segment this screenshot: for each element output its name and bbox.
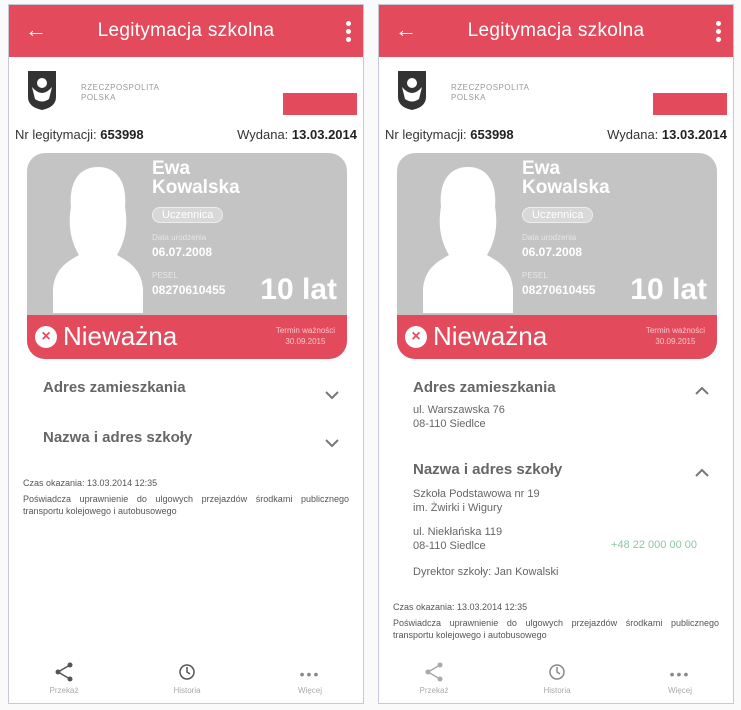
phone-screen-expanded: ← Legitymacja szkolna RZECZPOSPOLITA POL…	[378, 4, 734, 704]
validity-info: Termin ważności 30.09.2015	[645, 326, 705, 346]
share-icon	[425, 662, 443, 682]
age-label: 10 lat	[260, 273, 337, 306]
address-section-title[interactable]: Adres zamieszkania	[413, 379, 556, 396]
status-banner: × Nieważna Termin ważności 30.09.2015	[27, 315, 347, 359]
address-section-title[interactable]: Adres zamieszkania	[43, 379, 186, 396]
id-card: Ewa Kowalska Uczennica Data urodzenia 06…	[27, 153, 347, 359]
validity-info: Termin ważności 30.09.2015	[275, 326, 335, 346]
chevron-down-icon[interactable]	[323, 437, 341, 449]
description: Poświadcza uprawnienie do ulgowych przej…	[393, 618, 719, 640]
id-row: Nr legitymacji: 653998 Wydana: 13.03.201…	[15, 127, 357, 147]
issue-date: Wydana: 13.03.2014	[237, 127, 357, 142]
nav-history[interactable]: Historia	[522, 661, 592, 695]
flag-bar	[653, 93, 727, 115]
age-label: 10 lat	[630, 273, 707, 306]
history-icon	[179, 664, 195, 680]
dob-value: 06.07.2008	[522, 245, 583, 259]
shown-time: Czas okazania: 13.03.2014 12:35	[393, 602, 528, 612]
app-title: Legitymacja szkolna	[467, 20, 645, 41]
share-icon	[55, 662, 73, 682]
student-name: Ewa Kowalska	[152, 158, 240, 198]
school-section-title[interactable]: Nazwa i adres szkoły	[43, 429, 192, 446]
role-badge: Uczennica	[522, 207, 594, 223]
more-vert-icon[interactable]	[711, 21, 725, 43]
dob-label: Data urodzenia	[522, 233, 577, 242]
status-text: Nieważna	[63, 321, 178, 351]
app-bar: ← Legitymacja szkolna	[9, 5, 363, 57]
school-section-title[interactable]: Nazwa i adres szkoły	[413, 461, 562, 478]
close-circle-icon: ×	[35, 326, 57, 348]
id-number: Nr legitymacji: 653998	[385, 127, 514, 142]
eagle-emblem-icon	[28, 71, 56, 110]
person-silhouette-icon	[423, 167, 513, 313]
chevron-down-icon[interactable]	[323, 389, 341, 401]
app-title: Legitymacja szkolna	[97, 20, 275, 41]
pesel-value: 08270610455	[152, 283, 226, 297]
school-phone[interactable]: +48 22 000 00 00	[611, 539, 697, 551]
history-icon	[549, 664, 565, 680]
dob-value: 06.07.2008	[152, 245, 213, 259]
shown-time: Czas okazania: 13.03.2014 12:35	[23, 478, 158, 488]
status-text: Nieważna	[433, 321, 548, 351]
pesel-value: 08270610455	[522, 283, 596, 297]
pesel-label: PESEL	[522, 271, 548, 280]
school-director: Dyrektor szkoły: Jan Kowalski	[413, 566, 559, 578]
chevron-up-icon[interactable]	[693, 467, 711, 479]
id-number: Nr legitymacji: 653998	[15, 127, 144, 142]
school-name: Szkoła Podstawowa nr 19 im. Żwirki i Wig…	[413, 488, 540, 514]
country-name: RZECZPOSPOLITA POLSKA	[81, 83, 160, 102]
role-badge: Uczennica	[152, 207, 224, 223]
person-silhouette-icon	[53, 167, 143, 313]
status-banner: × Nieważna Termin ważności 30.09.2015	[397, 315, 717, 359]
home-address: ul. Warszawska 76 08-110 Siedlce	[413, 404, 505, 430]
more-vert-icon[interactable]	[341, 21, 355, 43]
nav-more[interactable]: ••• Więcej	[275, 665, 345, 695]
nav-share[interactable]: Przekaż	[399, 661, 469, 695]
id-row: Nr legitymacji: 653998 Wydana: 13.03.201…	[385, 127, 727, 147]
country-name: RZECZPOSPOLITA POLSKA	[451, 83, 530, 102]
chevron-up-icon[interactable]	[693, 385, 711, 397]
nav-more[interactable]: ••• Więcej	[645, 665, 715, 695]
school-address: ul. Niekłańska 119 08-110 Siedlce	[413, 526, 503, 552]
issue-date: Wydana: 13.03.2014	[607, 127, 727, 142]
nav-share[interactable]: Przekaż	[29, 661, 99, 695]
pesel-label: PESEL	[152, 271, 178, 280]
description: Poświadcza uprawnienie do ulgowych przej…	[23, 494, 349, 516]
id-card: Ewa Kowalska Uczennica Data urodzenia 06…	[397, 153, 717, 359]
dob-label: Data urodzenia	[152, 233, 207, 242]
close-circle-icon: ×	[405, 326, 427, 348]
eagle-emblem-icon	[398, 71, 426, 110]
app-bar: ← Legitymacja szkolna	[379, 5, 733, 57]
nav-history[interactable]: Historia	[152, 661, 222, 695]
phone-screen-collapsed: ← Legitymacja szkolna RZECZPOSPOLITA POL…	[8, 4, 364, 704]
flag-bar	[283, 93, 357, 115]
more-horiz-icon: •••	[299, 666, 321, 682]
more-horiz-icon: •••	[669, 666, 691, 682]
student-name: Ewa Kowalska	[522, 158, 610, 198]
